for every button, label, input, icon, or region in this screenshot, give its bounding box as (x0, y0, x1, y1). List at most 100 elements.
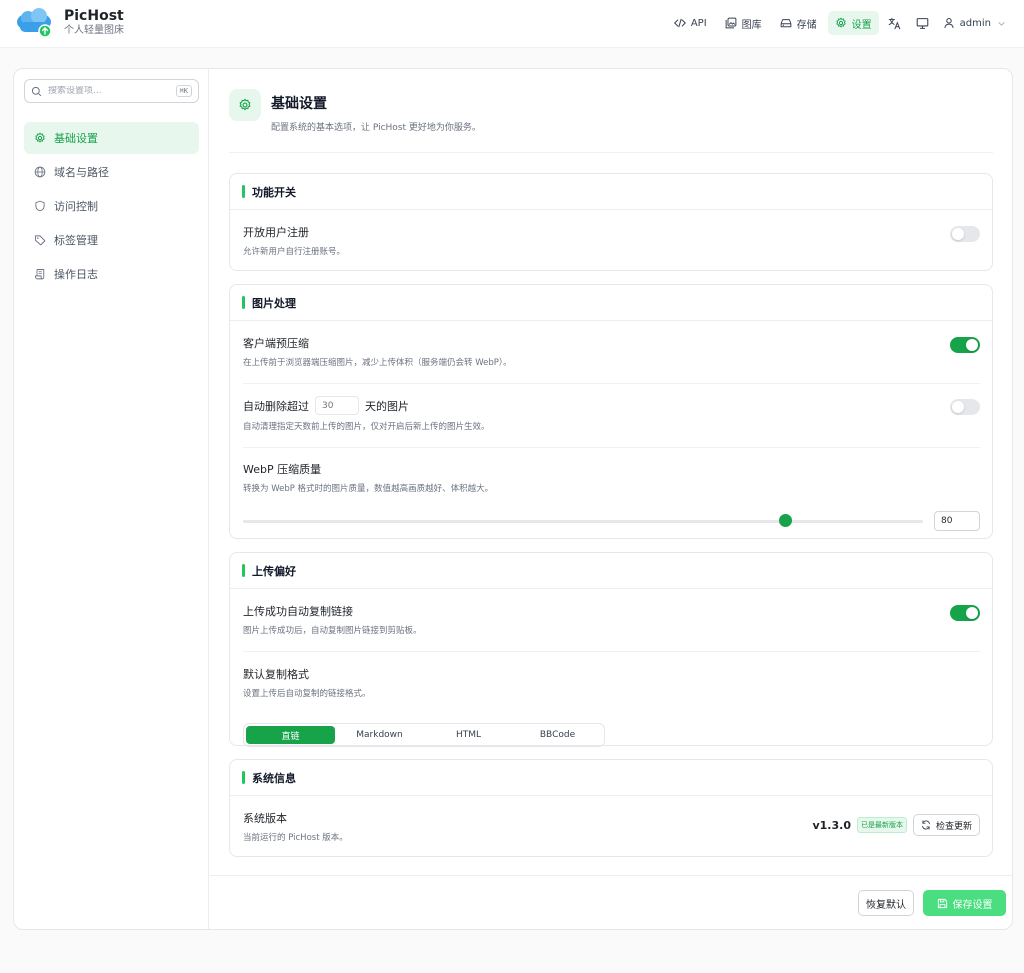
monitor-icon (916, 17, 929, 29)
brand-logo-icon (14, 6, 56, 40)
setting-description: 自动清理指定天数前上传的图片，仅对开启后新上传的图片生效。 (243, 422, 490, 432)
setting-description: 在上传前于浏览器端压缩图片，减少上传体积（服务端仍会转 WebP）。 (243, 358, 512, 368)
row-divider (243, 383, 980, 384)
quality-slider-track[interactable] (243, 520, 923, 523)
section-header: 图片处理 (230, 285, 992, 321)
compress-toggle[interactable] (950, 337, 980, 353)
autocopy-toggle[interactable] (950, 605, 980, 621)
settings-sidebar: ⌘K 基础设置 域名与路径 访问控制 标签管理 操作日志 (14, 69, 209, 929)
setting-description: 图片上传成功后，自动复制图片链接到剪贴板。 (243, 626, 422, 636)
setting-title: 客户端预压缩 (243, 337, 309, 350)
format-option-html[interactable]: HTML (424, 726, 513, 744)
setting-description: 允许新用户自行注册账号。 (243, 247, 346, 257)
setting-title: 默认复制格式 (243, 668, 309, 681)
display-button[interactable] (911, 11, 935, 35)
setting-row-format: 默认复制格式 设置上传后自动复制的链接格式。 直链 Markdown HTML … (243, 666, 980, 748)
save-icon (937, 898, 947, 908)
refresh-icon (922, 820, 930, 830)
settings-card: ⌘K 基础设置 域名与路径 访问控制 标签管理 操作日志 (13, 68, 1013, 930)
gallery-icon (725, 17, 737, 29)
globe-icon (34, 166, 46, 178)
setting-description: 转换为 WebP 格式时的图片质量，数值越高画质越好、体积越大。 (243, 484, 494, 494)
setting-row-autodelete: 自动删除超过 天的图片 自动清理指定天数前上传的图片，仅对开启后新上传的图片生效… (243, 396, 980, 432)
translate-icon (888, 17, 901, 29)
format-option-bbcode[interactable]: BBCode (513, 726, 602, 744)
setting-title: 上传成功自动复制链接 (243, 605, 353, 618)
section-header: 上传偏好 (230, 553, 992, 589)
section-accent-bar (242, 771, 245, 784)
section-title: 图片处理 (252, 296, 296, 310)
quality-number-input[interactable] (934, 511, 980, 531)
sidebar-item-basic[interactable]: 基础设置 (24, 122, 199, 154)
setting-row-register: 开放用户注册 允许新用户自行注册账号。 (243, 224, 980, 257)
section-upload: 上传偏好 上传成功自动复制链接 图片上传成功后，自动复制图片链接到剪贴板。 默认… (229, 552, 993, 748)
sidebar-item-logs[interactable]: 操作日志 (24, 258, 199, 290)
setting-row-version: 系统版本 当前运行的 PicHost 版本。 v1.3.0 已是最新版本 检查更… (243, 810, 980, 843)
settings-search[interactable]: ⌘K (24, 79, 199, 103)
scroll-icon (35, 269, 45, 280)
brand-subtitle: 个人轻量图床 (64, 25, 124, 36)
nav-gallery[interactable]: 图库 (718, 11, 769, 35)
autodelete-days-input[interactable] (315, 396, 359, 415)
search-input[interactable] (48, 86, 158, 96)
sidebar-item-label: 域名与路径 (54, 166, 109, 179)
gear-icon (35, 132, 45, 143)
page-header: 基础设置 配置系统的基本选项，让 PicHost 更好地为你服务。 (229, 89, 993, 153)
setting-description: 设置上传后自动复制的链接格式。 (243, 689, 371, 699)
format-option-markdown[interactable]: Markdown (335, 726, 424, 744)
page-icon (229, 89, 261, 121)
check-update-label: 检查更新 (935, 821, 972, 832)
gear-icon (239, 98, 251, 111)
section-title: 上传偏好 (252, 564, 296, 578)
save-label: 保存设置 (952, 899, 993, 911)
setting-row-compress: 客户端预压缩 在上传前于浏览器端压缩图片，减少上传体积（服务端仍会转 WebP）… (243, 335, 980, 368)
section-title: 功能开关 (252, 185, 296, 199)
sidebar-item-label: 标签管理 (54, 234, 98, 247)
user-menu[interactable]: admin (943, 17, 1006, 29)
autodelete-title: 自动删除超过 天的图片 (243, 396, 980, 415)
shield-icon (35, 200, 45, 212)
storage-icon (780, 19, 792, 28)
top-header: PicHost 个人轻量图床 API 图库 存储 设置 admin (0, 0, 1024, 48)
register-toggle[interactable] (950, 226, 980, 242)
nav-storage[interactable]: 存储 (773, 11, 824, 35)
chevron-down-icon (998, 21, 1005, 26)
section-accent-bar (242, 296, 245, 309)
autodelete-toggle[interactable] (950, 399, 980, 415)
reset-button[interactable]: 恢复默认 (858, 890, 914, 916)
row-divider (243, 651, 980, 652)
setting-row-autocopy: 上传成功自动复制链接 图片上传成功后，自动复制图片链接到剪贴板。 (243, 603, 980, 636)
save-button[interactable]: 保存设置 (923, 890, 1006, 916)
nav-settings[interactable]: 设置 (827, 11, 879, 35)
brand[interactable]: PicHost 个人轻量图床 (14, 6, 124, 40)
translate-button[interactable] (883, 11, 907, 35)
gear-icon (836, 17, 846, 28)
user-name: admin (959, 17, 991, 29)
check-update-button[interactable]: 检查更新 (912, 814, 980, 836)
page-description: 配置系统的基本选项，让 PicHost 更好地为你服务。 (271, 123, 481, 133)
sidebar-item-domain[interactable]: 域名与路径 (24, 156, 199, 188)
settings-main: 基础设置 配置系统的基本选项，让 PicHost 更好地为你服务。 功能开关 开… (210, 69, 1012, 929)
page-title: 基础设置 (271, 96, 327, 112)
top-nav: API 图库 存储 设置 admin (663, 11, 1006, 35)
tag-icon (35, 235, 46, 246)
nav-api[interactable]: API (667, 11, 714, 35)
sidebar-item-label: 操作日志 (54, 268, 98, 281)
sidebar-item-access[interactable]: 访问控制 (24, 190, 199, 222)
sidebar-item-label: 基础设置 (54, 132, 98, 145)
version-number: v1.3.0 (812, 818, 851, 832)
quality-slider-thumb[interactable] (779, 514, 793, 527)
version-info: v1.3.0 已是最新版本 检查更新 (812, 814, 980, 836)
format-option-direct[interactable]: 直链 (246, 726, 335, 744)
user-icon (944, 18, 954, 28)
section-system: 系统信息 系统版本 当前运行的 PicHost 版本。 v1.3.0 已是最新版… (229, 759, 993, 857)
sidebar-item-tags[interactable]: 标签管理 (24, 224, 199, 256)
section-title: 系统信息 (252, 771, 296, 785)
shortcut-hint: ⌘K (175, 85, 192, 97)
latest-badge: 已是最新版本 (856, 817, 907, 833)
sidebar-menu: 基础设置 域名与路径 访问控制 标签管理 操作日志 (24, 122, 199, 292)
nav-settings-label: 设置 (851, 19, 872, 31)
code-icon (673, 18, 686, 28)
brand-name: PicHost (64, 8, 124, 24)
sidebar-item-label: 访问控制 (54, 200, 98, 213)
